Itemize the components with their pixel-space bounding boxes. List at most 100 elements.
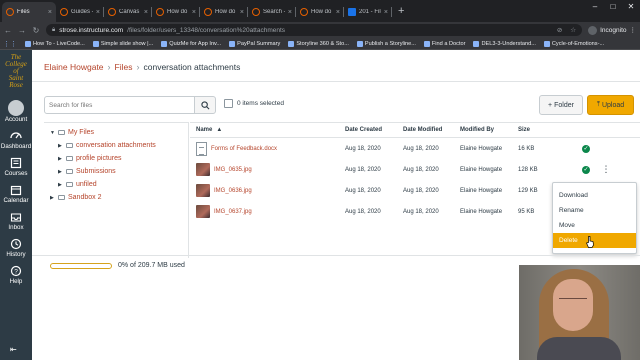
browser-tab[interactable]: Search - Canvas× <box>248 2 296 22</box>
menu-item-rename[interactable]: Rename <box>553 203 636 218</box>
bookmark-item[interactable]: DEL3-3-Understand... <box>473 40 536 47</box>
search-icon <box>200 100 209 109</box>
browser-tab[interactable]: How do I use F× <box>296 2 344 22</box>
folder-icon <box>66 182 73 187</box>
college-logo[interactable]: The College of Saint Rose <box>0 50 32 94</box>
minimize-icon[interactable]: – <box>586 0 604 14</box>
url-field[interactable]: 🔒︎ strose.instructure.com/files/folder/u… <box>46 24 583 36</box>
nav-item-history[interactable]: History <box>0 237 32 258</box>
folder-tree-item[interactable]: ▶ Submissions <box>44 165 188 178</box>
table-row[interactable]: IMG_0635.jpg Aug 18, 2020 Aug 18, 2020 Elai… <box>190 159 640 180</box>
folder-tree-item[interactable]: ▶ unfiled <box>44 178 188 191</box>
menu-item-delete[interactable]: Delete <box>553 233 636 248</box>
search-input[interactable] <box>49 101 189 109</box>
camera-blocked-icon[interactable]: ⊘ <box>557 26 562 34</box>
bookmark-item[interactable]: Cycle-of-Emotions-... <box>543 40 604 47</box>
close-tab-icon[interactable]: × <box>192 9 196 16</box>
browser-tab[interactable]: Canvas - Canvas× <box>104 2 152 22</box>
close-tab-icon[interactable]: × <box>384 9 388 16</box>
select-all-checkbox[interactable] <box>224 99 233 108</box>
new-tab-icon[interactable]: + <box>398 2 404 22</box>
file-name-link[interactable]: IMG_0636.jpg <box>214 188 252 194</box>
file-name-link[interactable]: IMG_0635.jpg <box>214 167 252 173</box>
nav-item-dashboard[interactable]: Dashboard <box>0 129 32 150</box>
folder-tree-item[interactable]: ▶ Sandbox 2 <box>44 191 188 204</box>
folder-tree-item[interactable]: ▶ conversation attachments <box>44 139 188 152</box>
browser-tab[interactable]: Guides - Canvas× <box>56 2 104 22</box>
search-button[interactable] <box>194 96 216 114</box>
courses-icon <box>9 156 23 170</box>
bookmark-star-icon[interactable]: ☆ <box>570 26 576 34</box>
browser-tab-strip: Files×Guides - Canvas×Canvas - Canvas×Ho… <box>0 0 640 22</box>
menu-dots-icon[interactable]: ⋮ <box>630 26 637 34</box>
apps-icon[interactable]: ⋮⋮ <box>3 40 17 48</box>
expanded-triangle-icon[interactable]: ▼ <box>50 130 55 136</box>
back-icon[interactable]: ← <box>4 26 12 35</box>
forward-icon[interactable]: → <box>18 26 26 35</box>
close-tab-icon[interactable]: × <box>288 9 292 16</box>
nav-item-inbox[interactable]: Inbox <box>0 210 32 231</box>
bookmark-label: How To - LiveCode... <box>33 40 85 47</box>
add-folder-button[interactable]: + Folder <box>539 95 583 115</box>
browser-tab[interactable]: How do I view× <box>200 2 248 22</box>
bookmark-item[interactable]: Simple slide show |... <box>92 40 154 47</box>
table-row[interactable]: Forms of Feedback.docx Aug 18, 2020 Aug 18… <box>190 138 640 159</box>
collapse-nav-icon[interactable]: ⇤ <box>10 345 17 354</box>
nav-item-help[interactable]: ? Help <box>0 264 32 285</box>
close-tab-icon[interactable]: × <box>144 9 148 16</box>
publish-status-cell: ✓ <box>576 165 596 174</box>
collapsed-triangle-icon[interactable]: ▶ <box>50 195 55 201</box>
folder-tree-item[interactable]: ▼ My Files <box>44 126 188 139</box>
collapsed-triangle-icon[interactable]: ▶ <box>58 169 63 175</box>
close-window-icon[interactable]: ✕ <box>622 0 640 14</box>
menu-item-download[interactable]: Download <box>553 188 636 203</box>
bookmark-label: Simple slide show |... <box>100 40 154 47</box>
folder-tree-item[interactable]: ▶ profile pictures <box>44 152 188 165</box>
folder-label: unfiled <box>76 181 97 188</box>
bookmark-item[interactable]: Publish a Storyline... <box>356 40 416 47</box>
upload-button[interactable]: ⤒ Upload <box>587 95 634 115</box>
column-size[interactable]: Size <box>518 127 576 133</box>
nav-item-account[interactable]: Account <box>0 100 32 123</box>
bookmark-item[interactable]: Find a Doctor <box>423 40 465 47</box>
bookmark-item[interactable]: QuizMe for App Inv... <box>161 40 221 47</box>
nav-item-calendar[interactable]: Calendar <box>0 183 32 204</box>
breadcrumb-files[interactable]: Files <box>115 62 133 72</box>
collapsed-triangle-icon[interactable]: ▶ <box>58 156 63 162</box>
column-modified-by[interactable]: Modified By <box>460 127 518 133</box>
add-folder-label: Folder <box>554 101 574 109</box>
calendar-icon <box>9 183 23 197</box>
reload-icon[interactable]: ↻ <box>32 26 40 35</box>
folder-icon <box>66 143 73 148</box>
close-tab-icon[interactable]: × <box>336 9 340 16</box>
browser-tab[interactable]: Files × <box>2 2 56 22</box>
bookmark-item[interactable]: PayPal Summary <box>229 40 280 47</box>
close-tab-icon[interactable]: × <box>240 9 244 16</box>
collapsed-triangle-icon[interactable]: ▶ <box>58 143 63 149</box>
nav-item-courses[interactable]: Courses <box>0 156 32 177</box>
incognito-badge[interactable]: Incognito ⋮ <box>588 25 637 35</box>
bookmark-item[interactable]: How To - LiveCode... <box>25 40 85 47</box>
browser-tab[interactable]: How do I use F× <box>152 2 200 22</box>
close-tab-icon[interactable]: × <box>96 9 100 16</box>
collapsed-triangle-icon[interactable]: ▶ <box>58 182 63 188</box>
menu-item-move[interactable]: Move <box>553 218 636 233</box>
bookmark-item[interactable]: Storyline 360 & Sto... <box>288 40 349 47</box>
file-name-link[interactable]: Forms of Feedback.docx <box>211 146 277 152</box>
nav-item-label: Courses <box>4 170 28 177</box>
file-name-link[interactable]: IMG_0637.jpg <box>214 209 252 215</box>
tab-label: Guides - Canvas <box>71 9 93 15</box>
more-options-icon[interactable]: ⋮ <box>602 165 611 174</box>
svg-text:?: ? <box>14 268 18 275</box>
breadcrumb-user[interactable]: Elaine Howgate <box>44 62 104 72</box>
published-check-icon[interactable]: ✓ <box>582 144 590 153</box>
tab-label: Search - Canvas <box>263 9 285 15</box>
column-name[interactable]: Name ▲ <box>190 127 345 133</box>
column-date-created[interactable]: Date Created <box>345 127 403 133</box>
browser-tab[interactable]: 201 - Files Ove× <box>344 2 392 22</box>
maximize-icon[interactable]: □ <box>604 0 622 14</box>
dashboard-icon <box>9 129 23 143</box>
close-tab-icon[interactable]: × <box>48 9 52 16</box>
column-date-modified[interactable]: Date Modified <box>403 127 460 133</box>
published-check-icon[interactable]: ✓ <box>582 165 590 174</box>
